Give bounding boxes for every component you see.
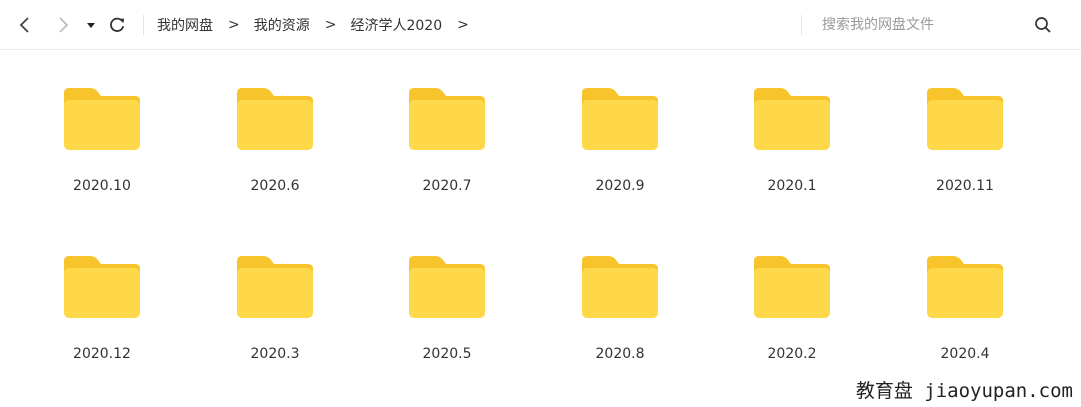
breadcrumb: 我的网盘 > 我的资源 > 经济学人2020 > bbox=[157, 0, 483, 50]
history-dropdown-button[interactable] bbox=[80, 12, 102, 38]
folder-item[interactable]: 2020.7 bbox=[377, 50, 517, 194]
folder-name: 2020.3 bbox=[250, 346, 300, 362]
folder-icon bbox=[64, 88, 140, 150]
chevron-left-icon bbox=[19, 17, 29, 33]
breadcrumb-item-my-resources[interactable]: 我的资源 bbox=[254, 15, 310, 35]
folder-name: 2020.8 bbox=[595, 346, 645, 362]
folder-item[interactable]: 2020.8 bbox=[550, 218, 690, 362]
folder-icon bbox=[409, 88, 485, 150]
folder-icon bbox=[927, 88, 1003, 150]
back-button[interactable] bbox=[12, 12, 38, 38]
folder-item[interactable]: 2020.1 bbox=[722, 50, 862, 194]
breadcrumb-item-economist-2020[interactable]: 经济学人2020 bbox=[350, 15, 442, 35]
folder-icon bbox=[237, 88, 313, 150]
folder-name: 2020.4 bbox=[940, 346, 990, 362]
folder-icon bbox=[582, 88, 658, 150]
folder-item[interactable]: 2020.6 bbox=[205, 50, 345, 194]
toolbar: 我的网盘 > 我的资源 > 经济学人2020 > bbox=[0, 0, 1081, 50]
search-icon bbox=[1035, 17, 1051, 33]
folder-icon bbox=[237, 256, 313, 318]
folder-name: 2020.10 bbox=[73, 178, 131, 194]
folder-name: 2020.6 bbox=[250, 178, 300, 194]
folder-item[interactable]: 2020.5 bbox=[377, 218, 517, 362]
folder-name: 2020.11 bbox=[936, 178, 994, 194]
folder-icon bbox=[409, 256, 485, 318]
folder-item[interactable]: 2020.11 bbox=[895, 50, 1035, 194]
forward-button[interactable] bbox=[50, 12, 76, 38]
breadcrumb-item-my-drive[interactable]: 我的网盘 bbox=[157, 15, 213, 35]
breadcrumb-separator[interactable]: > bbox=[457, 17, 469, 33]
search-button[interactable] bbox=[1032, 14, 1054, 36]
folder-name: 2020.1 bbox=[767, 178, 817, 194]
folder-icon bbox=[754, 256, 830, 318]
folder-icon bbox=[64, 256, 140, 318]
caret-down-icon bbox=[87, 23, 95, 28]
folder-item[interactable]: 2020.3 bbox=[205, 218, 345, 362]
folder-icon bbox=[927, 256, 1003, 318]
search-input[interactable] bbox=[822, 13, 1012, 37]
divider bbox=[143, 15, 144, 35]
folder-name: 2020.7 bbox=[422, 178, 472, 194]
folder-item[interactable]: 2020.12 bbox=[32, 218, 172, 362]
folder-name: 2020.5 bbox=[422, 346, 472, 362]
refresh-button[interactable] bbox=[104, 12, 130, 38]
divider bbox=[801, 15, 802, 35]
chevron-right-icon bbox=[59, 17, 69, 33]
folder-item[interactable]: 2020.10 bbox=[32, 50, 172, 194]
folder-name: 2020.2 bbox=[767, 346, 817, 362]
folder-icon bbox=[754, 88, 830, 150]
breadcrumb-separator: > bbox=[324, 17, 337, 33]
watermark: 教育盘 jiaoyupan.com bbox=[855, 380, 1073, 402]
folder-icon bbox=[582, 256, 658, 318]
folder-item[interactable]: 2020.4 bbox=[895, 218, 1035, 362]
refresh-icon bbox=[110, 17, 125, 32]
breadcrumb-separator: > bbox=[228, 17, 240, 33]
folder-item[interactable]: 2020.2 bbox=[722, 218, 862, 362]
folder-item[interactable]: 2020.9 bbox=[550, 50, 690, 194]
folder-name: 2020.12 bbox=[73, 346, 131, 362]
folder-name: 2020.9 bbox=[595, 178, 645, 194]
